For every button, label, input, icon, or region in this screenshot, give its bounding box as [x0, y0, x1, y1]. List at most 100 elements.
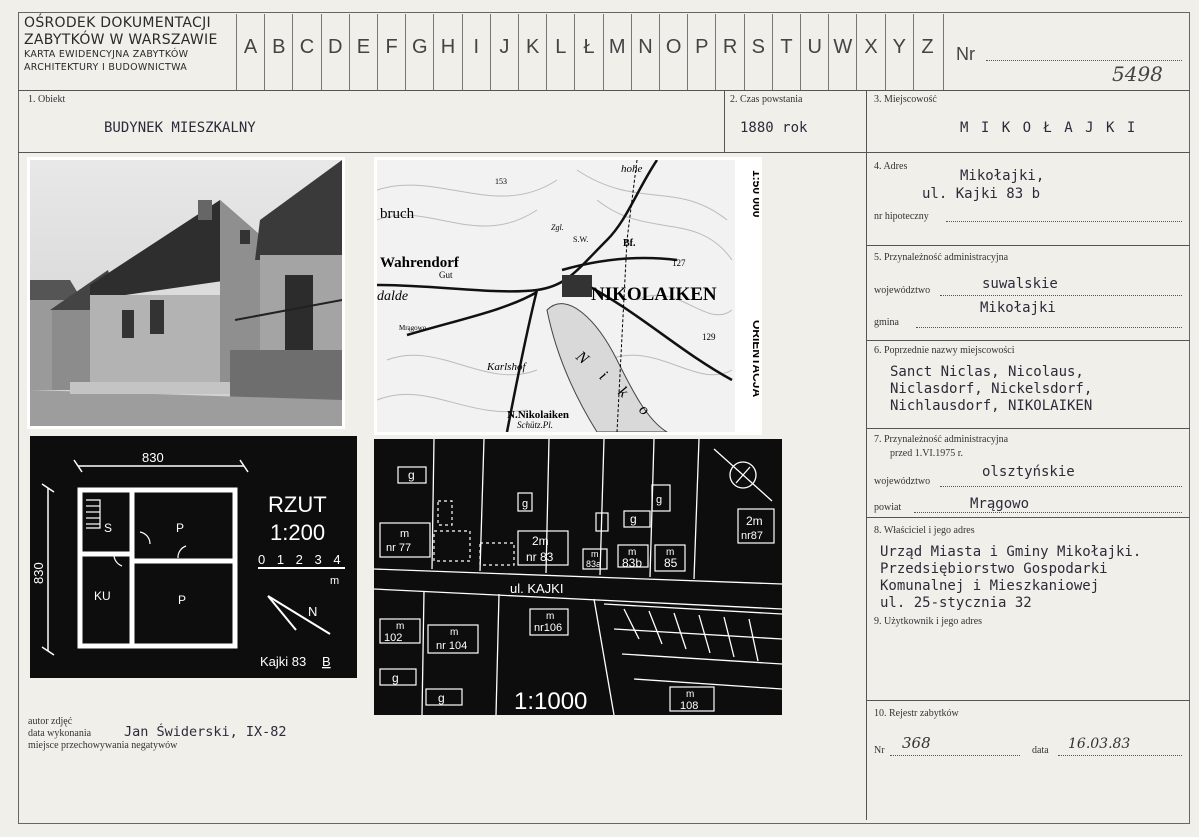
alphabet-letter: J	[489, 14, 518, 90]
site-b-108: 108	[680, 700, 698, 712]
site-scale: 1:1000	[514, 688, 587, 715]
map-label-bf: Bf.	[623, 238, 636, 249]
plan-room-ku: KU	[94, 589, 111, 603]
alphabet-letter: T	[771, 14, 800, 90]
adres-label: 4. Adres	[874, 161, 908, 172]
wlasciciel-line-4: ul. 25-stycznia 32	[880, 595, 1032, 611]
institution-header: OŚRODEK DOKUMENTACJI ZABYTKÓW W WARSZAWI…	[24, 16, 236, 72]
alphabet-letter: D	[320, 14, 349, 90]
map-scale: 1:50 000	[750, 170, 759, 218]
site-b-g5: g	[392, 671, 399, 685]
plan-dim-top: 830	[142, 450, 164, 465]
sep-4-5	[866, 245, 1190, 246]
wlasciciel-line-3: Komunalnej i Mieszkaniowej	[880, 578, 1100, 594]
map-label-bruch: bruch	[380, 206, 415, 222]
site-b-83a: 83a	[586, 559, 601, 569]
site-b-g6: g	[438, 691, 445, 705]
admin-old-label: 7. Przynależność administracyjna	[874, 434, 1009, 445]
nr-label: Nr	[956, 44, 975, 64]
sep-6-7	[866, 428, 1190, 429]
plan-rzut: RZUT	[268, 492, 327, 517]
autor-label: autor zdjęć	[28, 716, 73, 727]
site-b-nr104: nr 104	[436, 640, 467, 652]
alphabet-letter: Ł	[574, 14, 602, 90]
alphabet-letter: X	[856, 14, 884, 90]
plan-room-s: S	[104, 521, 112, 535]
rejestr-data-value: 16.03.83	[1068, 736, 1131, 752]
floor-plan-graphic: S P KU P 830 830 RZUT 1:200 0 1 2 3 4 m …	[30, 436, 357, 678]
rejestr-nr-dotline	[890, 755, 1020, 756]
site-b-m106: m	[546, 611, 554, 622]
poprzednie-line-2: Niclasdorf, Nickelsdorf,	[890, 381, 1093, 397]
poprzednie-line-1: Sanct Niclas, Nicolaus,	[890, 364, 1084, 380]
wlasciciel-label: 8. Właściciel i jego adres	[874, 525, 975, 536]
site-b-83b: 83b	[622, 556, 642, 570]
alphabet-letter: W	[828, 14, 856, 90]
alphabet-letter: N	[630, 14, 659, 90]
hipoteczny-dotline	[946, 221, 1182, 222]
map-label-zgl: Zgl.	[551, 223, 564, 232]
org-line-1: OŚRODEK DOKUMENTACJI	[24, 15, 211, 31]
floor-plan: S P KU P 830 830 RZUT 1:200 0 1 2 3 4 m …	[27, 433, 360, 681]
sep-7-8	[866, 517, 1190, 518]
sep-5-6	[866, 340, 1190, 341]
site-plan-graphic: g m nr 77 g 2m nr 83 m 83a m 83b m 85 g …	[374, 439, 782, 715]
plan-north: N	[308, 604, 317, 619]
poprzednie-line-3: Nichlausdorf, NIKOLAIKEN	[890, 398, 1093, 414]
data-label: data wykonania	[28, 728, 92, 739]
gmina-value: Mikołajki	[980, 300, 1056, 316]
wojewodztwo-label: województwo	[874, 285, 931, 296]
powiat-label: powiat	[874, 502, 902, 513]
miejsce-label: miejsce przechowywania negatywów	[28, 740, 178, 751]
map-label-127: 127	[672, 258, 686, 268]
alphabet-letter: R	[715, 14, 743, 90]
admin-label: 5. Przynależność administracyjna	[874, 252, 1009, 263]
miejscowosc-value: M I K O Ł A J K I	[960, 120, 1138, 136]
alphabet-letter: B	[264, 14, 292, 90]
map-orientacja: ORIENTACJA	[750, 320, 759, 397]
hipoteczny-label: nr hipoteczny	[874, 211, 929, 222]
map-label-dalde: dalde	[377, 289, 408, 304]
alphabet-letter: Y	[884, 14, 913, 90]
gmina-dotline	[916, 327, 1182, 328]
site-b-g4: g	[656, 494, 662, 506]
topographic-map: Wahrendorf Gut bruch dalde NIKOLAIKEN Ka…	[374, 157, 762, 435]
nr-value: 5498	[1112, 62, 1163, 86]
org-line-3: KARTA EWIDENCYJNA ZABYTKÓW	[24, 49, 189, 60]
site-b-m77: m	[400, 528, 409, 540]
plan-dim-left: 830	[31, 562, 46, 584]
site-b-g3: g	[630, 512, 637, 526]
site-b-2m87: 2m	[746, 514, 763, 528]
site-b-m108: m	[686, 689, 694, 700]
alphabet-letter: U	[800, 14, 828, 90]
uzytkownik-label: 9. Użytkownik i jego adres	[874, 616, 983, 627]
plan-scale-unit: m	[330, 575, 339, 587]
site-b-102: 102	[384, 632, 402, 644]
gmina-label: gmina	[874, 317, 899, 328]
plan-room-p1: P	[176, 521, 184, 535]
data-value: Jan Świderski, IX-82	[124, 724, 287, 740]
alphabet-letter: H	[433, 14, 461, 90]
alphabet-letter: S	[743, 14, 772, 90]
alphabet-letter: A	[236, 14, 264, 90]
map-label-town: NIKOLAIKEN	[591, 284, 717, 305]
alphabet-letter: L	[546, 14, 574, 90]
nr-box: Nr 5498	[943, 14, 1189, 90]
alphabet-letter: E	[348, 14, 377, 90]
woj-old-label: województwo	[874, 476, 931, 487]
plan-scale-ticks: 0 1 2 3 4	[258, 552, 345, 567]
map-label-hohe: hohe	[621, 163, 643, 175]
alphabet-letter: P	[687, 14, 715, 90]
nr-dotline	[986, 60, 1182, 61]
alphabet-letter: I	[461, 14, 490, 90]
building-photo	[27, 157, 345, 429]
site-b-nr106: nr106	[534, 622, 562, 634]
rejestr-label: 10. Rejestr zabytków	[874, 708, 959, 719]
rejestr-nr-label: Nr	[874, 745, 885, 756]
admin-old-sub: przed 1.VI.1975 r.	[890, 448, 964, 459]
site-b-85: 85	[664, 556, 678, 570]
site-plan: g m nr 77 g 2m nr 83 m 83a m 83b m 85 g …	[371, 436, 785, 718]
rejestr-data-dotline	[1058, 755, 1182, 756]
topographic-map-graphic: Wahrendorf Gut bruch dalde NIKOLAIKEN Ka…	[377, 160, 759, 432]
map-label-gut: Gut	[439, 270, 453, 280]
